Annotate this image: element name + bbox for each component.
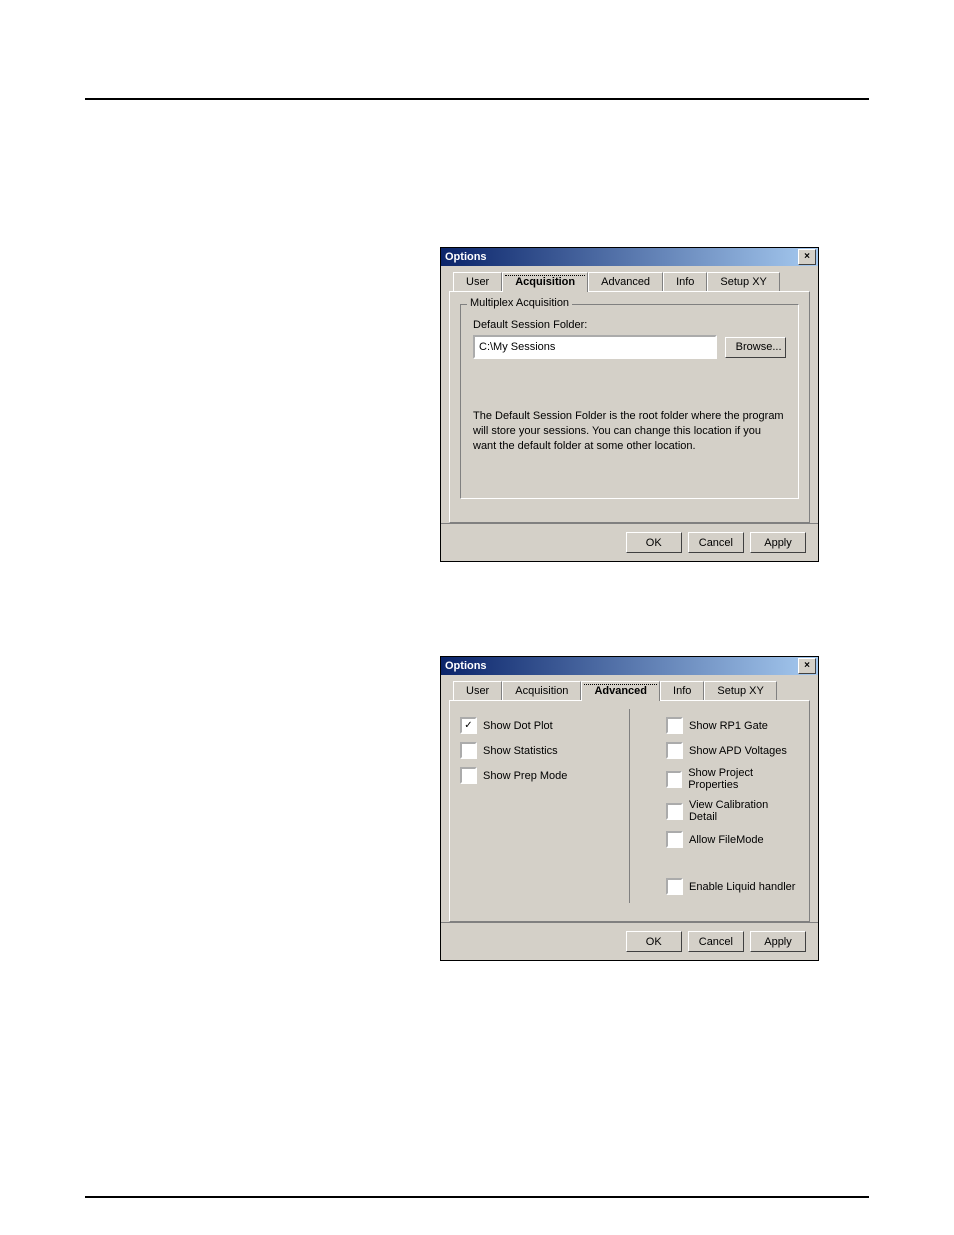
tab-info[interactable]: Info [660, 681, 704, 700]
checkbox-icon[interactable] [666, 742, 683, 759]
show-rp1-gate-option[interactable]: Show RP1 Gate [666, 717, 799, 734]
tab-user[interactable]: User [453, 272, 502, 291]
ok-button[interactable]: OK [626, 931, 682, 952]
tab-acquisition[interactable]: Acquisition [502, 272, 588, 292]
apply-button[interactable]: Apply [750, 532, 806, 553]
horizontal-rule-bottom [85, 1196, 869, 1198]
checkbox-label: Show APD Voltages [689, 745, 787, 757]
options-dialog-advanced: Options × User Acquisition Advanced Info… [440, 656, 819, 961]
checkbox-icon[interactable] [666, 803, 683, 820]
checkbox-icon[interactable] [460, 767, 477, 784]
show-dot-plot-option[interactable]: ✓ Show Dot Plot [460, 717, 593, 734]
show-apd-voltages-option[interactable]: Show APD Voltages [666, 742, 799, 759]
checkbox-label: Show Dot Plot [483, 720, 553, 732]
options-dialog-acquisition: Options × User Acquisition Advanced Info… [440, 247, 819, 562]
checkbox-icon[interactable] [666, 878, 683, 895]
tab-acquisition[interactable]: Acquisition [502, 681, 581, 700]
tab-setupxy[interactable]: Setup XY [707, 272, 779, 291]
close-icon[interactable]: × [798, 658, 816, 674]
apply-button[interactable]: Apply [750, 931, 806, 952]
group-title: Multiplex Acquisition [467, 297, 572, 309]
view-calibration-detail-option[interactable]: View Calibration Detail [666, 799, 799, 823]
tab-advanced[interactable]: Advanced [581, 681, 660, 701]
show-project-properties-option[interactable]: Show Project Properties [666, 767, 799, 791]
default-session-folder-label: Default Session Folder: [473, 319, 786, 331]
enable-liquid-handler-option[interactable]: Enable Liquid handler [666, 878, 799, 895]
show-statistics-option[interactable]: Show Statistics [460, 742, 593, 759]
cancel-button[interactable]: Cancel [688, 931, 744, 952]
tab-info[interactable]: Info [663, 272, 707, 291]
tab-setupxy[interactable]: Setup XY [704, 681, 776, 700]
tab-user[interactable]: User [453, 681, 502, 700]
dialog-title: Options [443, 251, 487, 263]
checkbox-label: Show Project Properties [688, 767, 799, 791]
checkbox-icon[interactable]: ✓ [460, 717, 477, 734]
titlebar: Options × [441, 248, 818, 266]
dialog-title: Options [443, 660, 487, 672]
checkbox-label: Show Prep Mode [483, 770, 567, 782]
vertical-divider [629, 709, 630, 903]
show-prep-mode-option[interactable]: Show Prep Mode [460, 767, 593, 784]
help-text: The Default Session Folder is the root f… [473, 409, 786, 454]
checkbox-icon[interactable] [666, 771, 682, 788]
checkbox-icon[interactable] [666, 717, 683, 734]
allow-filemode-option[interactable]: Allow FileMode [666, 831, 799, 848]
checkbox-label: Show Statistics [483, 745, 558, 757]
checkbox-label: Show RP1 Gate [689, 720, 768, 732]
browse-button[interactable]: Browse... [725, 337, 786, 358]
ok-button[interactable]: OK [626, 532, 682, 553]
checkbox-label: View Calibration Detail [689, 799, 799, 823]
checkbox-icon[interactable] [666, 831, 683, 848]
checkbox-icon[interactable] [460, 742, 477, 759]
tab-advanced[interactable]: Advanced [588, 272, 663, 291]
horizontal-rule-top [85, 98, 869, 100]
cancel-button[interactable]: Cancel [688, 532, 744, 553]
multiplex-acquisition-group: Multiplex Acquisition Default Session Fo… [460, 304, 799, 499]
checkbox-label: Enable Liquid handler [689, 881, 795, 893]
close-icon[interactable]: × [798, 249, 816, 265]
session-folder-input[interactable] [473, 335, 717, 359]
checkbox-label: Allow FileMode [689, 834, 764, 846]
titlebar: Options × [441, 657, 818, 675]
